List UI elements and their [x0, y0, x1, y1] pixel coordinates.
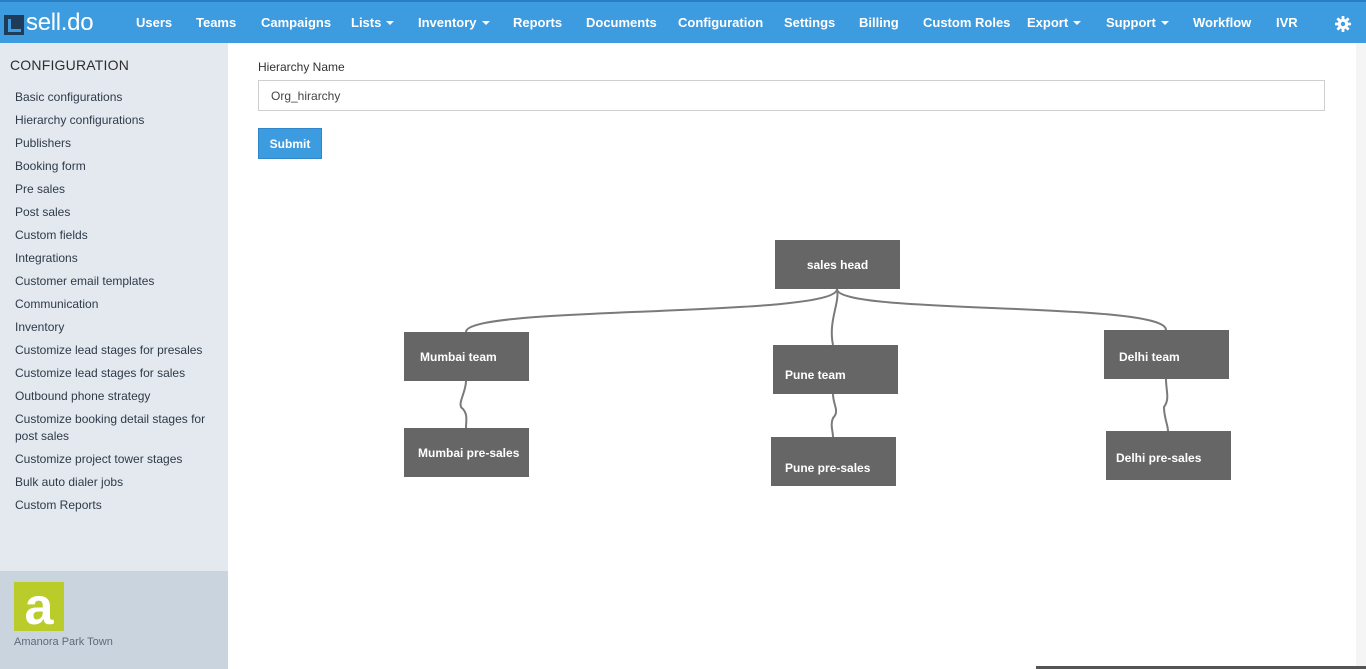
nav-campaigns[interactable]: Campaigns — [261, 15, 331, 30]
brand-letter-a-icon: a — [25, 582, 55, 631]
node-mumbai-pre-sales[interactable]: Mumbai pre-sales — [404, 428, 529, 477]
node-delhi-team[interactable]: Delhi team — [1104, 330, 1229, 379]
nav-configuration[interactable]: Configuration — [678, 15, 763, 30]
node-label: sales head — [806, 257, 869, 272]
nav-reports[interactable]: Reports — [513, 15, 562, 30]
sidebar-item-post-sales[interactable]: Post sales — [15, 204, 220, 221]
gear-icon[interactable] — [1335, 16, 1351, 32]
sidebar-item-inventory[interactable]: Inventory — [15, 319, 220, 336]
main-content: Hierarchy Name Submit sales head Mumbai … — [228, 43, 1366, 669]
top-navbar: sell.do Users Teams Campaigns Lists Inve… — [0, 0, 1366, 43]
nav-custom-roles[interactable]: Custom Roles — [923, 15, 1010, 30]
sidebar-item-lead-stages-presales[interactable]: Customize lead stages for presales — [15, 342, 220, 359]
sidebar-item-basic-configurations[interactable]: Basic configurations — [15, 89, 220, 106]
sidebar-item-custom-fields[interactable]: Custom fields — [15, 227, 220, 244]
sidebar-item-integrations[interactable]: Integrations — [15, 250, 220, 267]
node-label: Pune team — [785, 367, 846, 382]
chevron-down-icon — [1073, 20, 1082, 25]
node-label: Pune pre-sales — [785, 460, 871, 475]
sidebar-item-booking-form[interactable]: Booking form — [15, 158, 220, 175]
nav-inventory[interactable]: Inventory — [418, 15, 490, 30]
sidebar-title: CONFIGURATION — [10, 57, 130, 73]
nav-ivr[interactable]: IVR — [1276, 15, 1298, 30]
sidebar-item-publishers[interactable]: Publishers — [15, 135, 220, 152]
nav-users[interactable]: Users — [136, 15, 172, 30]
sidebar-footer: a Amanora Park Town — [0, 571, 228, 669]
sidebar-item-communication[interactable]: Communication — [15, 296, 220, 313]
nav-billing[interactable]: Billing — [859, 15, 899, 30]
node-label: Mumbai pre-sales — [418, 445, 520, 460]
node-label: Delhi pre-sales — [1116, 450, 1202, 465]
connector-root-mumbai — [465, 288, 838, 333]
sidebar-item-customer-email-templates[interactable]: Customer email templates — [15, 273, 220, 290]
node-pune-pre-sales[interactable]: Pune pre-sales — [771, 437, 896, 486]
nav-settings[interactable]: Settings — [784, 15, 835, 30]
svg-text:a: a — [25, 582, 55, 631]
nav-export[interactable]: Export — [1027, 15, 1082, 30]
brand-caption: Amanora Park Town — [14, 636, 113, 648]
main-nav: Users Teams Campaigns Lists Inventory Re… — [0, 2, 1366, 43]
chevron-down-icon — [481, 20, 490, 25]
connector-pune-presales — [830, 393, 838, 438]
sidebar-item-outbound-phone-strategy[interactable]: Outbound phone strategy — [15, 388, 220, 405]
sidebar-item-project-tower-stages[interactable]: Customize project tower stages — [15, 451, 220, 468]
node-label: Mumbai team — [420, 349, 497, 364]
nav-support[interactable]: Support — [1106, 15, 1169, 30]
sidebar: CONFIGURATION Basic configurations Hiera… — [0, 43, 228, 669]
node-pune-team[interactable]: Pune team — [773, 345, 898, 394]
sidebar-item-lead-stages-sales[interactable]: Customize lead stages for sales — [15, 365, 220, 382]
connector-root-delhi — [836, 288, 1167, 331]
nav-lists[interactable]: Lists — [351, 15, 395, 30]
sidebar-item-pre-sales[interactable]: Pre sales — [15, 181, 220, 198]
sidebar-item-bulk-auto-dialer-jobs[interactable]: Bulk auto dialer jobs — [15, 474, 220, 491]
sidebar-item-custom-reports[interactable]: Custom Reports — [15, 497, 220, 514]
sidebar-item-hierarchy-configurations[interactable]: Hierarchy configurations — [15, 112, 220, 129]
node-mumbai-team[interactable]: Mumbai team — [404, 332, 529, 381]
page-scrollbar[interactable] — [1356, 43, 1366, 669]
brand-logo: a — [14, 582, 64, 631]
connector-delhi-presales — [1162, 378, 1169, 432]
nav-teams[interactable]: Teams — [196, 15, 236, 30]
nav-documents[interactable]: Documents — [586, 15, 657, 30]
chevron-down-icon — [1160, 20, 1169, 25]
connector-root-pune — [830, 288, 839, 346]
connector-mumbai-presales — [459, 380, 468, 429]
hierarchy-tree: sales head Mumbai team Pune team Delhi t… — [228, 43, 1366, 669]
sidebar-item-booking-detail-stages[interactable]: Customize booking detail stages for post… — [15, 411, 220, 445]
node-delhi-pre-sales[interactable]: Delhi pre-sales — [1106, 431, 1231, 480]
chevron-down-icon — [386, 20, 395, 25]
nav-workflow[interactable]: Workflow — [1193, 15, 1251, 30]
node-sales-head[interactable]: sales head — [775, 240, 900, 289]
node-label: Delhi team — [1119, 349, 1180, 364]
